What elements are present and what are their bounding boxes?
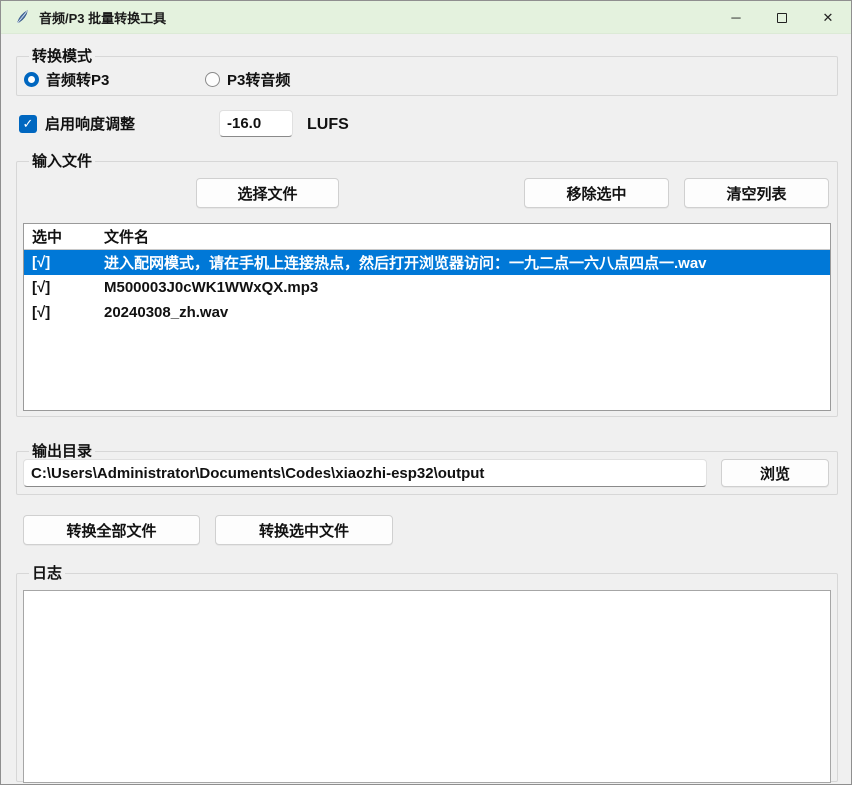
row-filename: 进入配网模式，请在手机上连接热点，然后打开浏览器访问：一九二点一六八点四点一.w… <box>102 252 830 273</box>
loudness-checkbox-label: 启用响度调整 <box>45 113 135 134</box>
file-table-header[interactable]: 选中 文件名 <box>24 224 830 250</box>
output-dir-input[interactable] <box>23 459 707 487</box>
row-checked-mark: [√] <box>24 304 102 321</box>
convert-selected-button-label: 转换选中文件 <box>259 520 349 541</box>
input-files-frame-label: 输入文件 <box>29 150 95 171</box>
convert-selected-button[interactable]: 转换选中文件 <box>215 515 393 545</box>
row-filename: 20240308_zh.wav <box>102 304 830 321</box>
browse-button-label: 浏览 <box>760 463 790 484</box>
mode-frame-label: 转换模式 <box>29 45 95 66</box>
remove-selected-button-label: 移除选中 <box>566 183 626 204</box>
close-button[interactable]: ✕ <box>805 1 851 34</box>
mode-frame: 转换模式 音频转P3 P3转音频 <box>16 56 838 96</box>
lufs-input[interactable] <box>219 110 293 137</box>
loudness-checkbox[interactable]: ✓ <box>19 115 37 133</box>
radio-audio-to-p3-label: 音频转P3 <box>46 69 109 90</box>
close-icon: ✕ <box>823 10 834 26</box>
radio-audio-to-p3[interactable]: 音频转P3 <box>24 69 109 90</box>
file-table: 选中 文件名 [√] 进入配网模式，请在手机上连接热点，然后打开浏览器访问：一九… <box>23 223 831 411</box>
radio-p3-to-audio[interactable]: P3转音频 <box>205 69 290 90</box>
row-filename: M500003J0cWK1WWxQX.mp3 <box>102 279 830 296</box>
radio-selected-icon <box>24 72 39 87</box>
check-icon: ✓ <box>23 116 34 132</box>
table-row[interactable]: [√] 进入配网模式，请在手机上连接热点，然后打开浏览器访问：一九二点一六八点四… <box>24 250 830 275</box>
maximize-button[interactable] <box>759 1 805 34</box>
convert-all-button-label: 转换全部文件 <box>66 520 156 541</box>
log-textarea[interactable] <box>23 590 831 783</box>
app-window: 音频/P3 批量转换工具 ─ ✕ 转换模式 音频转P3 P3转音频 ✓ <box>0 0 852 785</box>
clear-list-button[interactable]: 清空列表 <box>684 178 829 208</box>
window-title: 音频/P3 批量转换工具 <box>39 8 166 27</box>
browse-button[interactable]: 浏览 <box>721 459 829 487</box>
remove-selected-button[interactable]: 移除选中 <box>524 178 669 208</box>
lufs-unit-label: LUFS <box>307 116 349 134</box>
minimize-button[interactable]: ─ <box>713 1 759 34</box>
select-files-button[interactable]: 选择文件 <box>196 178 339 208</box>
maximize-icon <box>777 13 787 23</box>
select-files-button-label: 选择文件 <box>237 183 297 204</box>
minimize-icon: ─ <box>731 10 740 25</box>
title-bar: 音频/P3 批量转换工具 ─ ✕ <box>1 1 851 34</box>
clear-list-button-label: 清空列表 <box>726 183 786 204</box>
output-dir-frame-label: 输出目录 <box>29 440 95 461</box>
row-checked-mark: [√] <box>24 254 102 271</box>
radio-p3-to-audio-label: P3转音频 <box>227 69 290 90</box>
row-checked-mark: [√] <box>24 279 102 296</box>
header-checked[interactable]: 选中 <box>24 226 102 247</box>
header-filename[interactable]: 文件名 <box>102 226 830 247</box>
convert-all-button[interactable]: 转换全部文件 <box>23 515 200 545</box>
log-frame-label: 日志 <box>29 562 65 583</box>
table-row[interactable]: [√] 20240308_zh.wav <box>24 300 830 325</box>
loudness-row: ✓ 启用响度调整 <box>19 113 135 134</box>
radio-unselected-icon <box>205 72 220 87</box>
feather-app-icon <box>14 9 30 25</box>
table-row[interactable]: [√] M500003J0cWK1WWxQX.mp3 <box>24 275 830 300</box>
